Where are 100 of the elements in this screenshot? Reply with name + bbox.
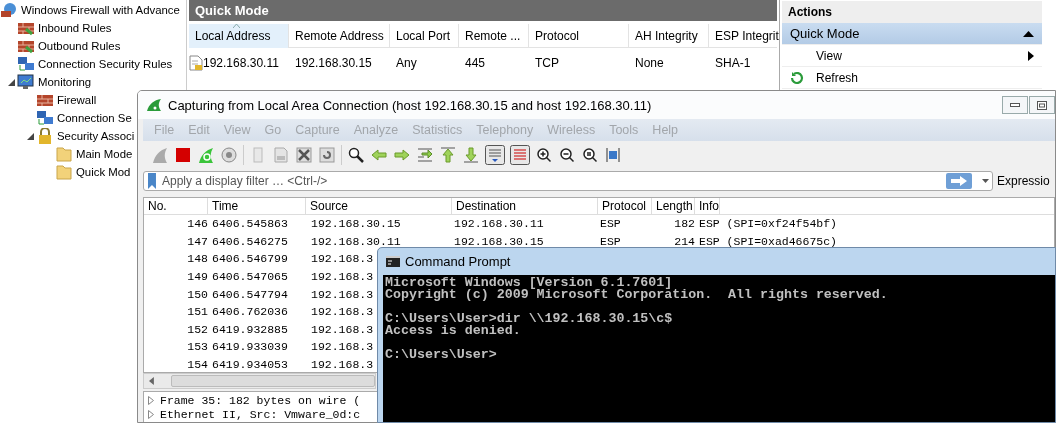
column-header[interactable]: Remote Address (289, 23, 390, 48)
tree-item[interactable]: Ethernet II, Src: Vmware_0d:c (160, 407, 361, 421)
submenu-arrow-icon (1028, 50, 1034, 61)
column-header[interactable]: Length (652, 197, 695, 215)
column-header[interactable]: Local Address (189, 23, 289, 48)
column-header[interactable]: ESP Integrit (709, 23, 779, 48)
table-cell: 6406.546799 (212, 252, 288, 266)
reload-icon[interactable] (318, 146, 336, 164)
column-header[interactable]: Remote ... (459, 23, 529, 48)
stop-icon[interactable] (174, 146, 192, 164)
resize-columns-icon[interactable] (604, 146, 622, 164)
table-cell: 192.168.3 (311, 252, 374, 266)
tree-item[interactable]: Inbound Rules (38, 22, 112, 34)
horizontal-scrollbar[interactable] (143, 373, 376, 389)
minimize-icon (1010, 103, 1020, 107)
minimize-button[interactable] (1002, 96, 1028, 114)
autoscroll-icon[interactable] (485, 145, 505, 165)
table-cell: 6419.933039 (212, 340, 288, 354)
left-arrow-icon (149, 377, 154, 385)
tree-item[interactable]: Windows Firewall with Advance (21, 4, 180, 16)
close-file-icon[interactable] (295, 146, 313, 164)
apply-filter-button[interactable] (946, 173, 973, 189)
tree-item[interactable]: Security Associ (57, 130, 135, 142)
table-cell: ESP (600, 234, 621, 248)
table-cell-text: TCP (534, 56, 560, 70)
tree-item[interactable]: Monitoring (38, 76, 92, 88)
pane-title: Quick Mode (189, 0, 777, 21)
go-last-icon[interactable] (462, 146, 480, 164)
search-icon[interactable] (347, 146, 365, 164)
action-item[interactable]: Refresh (782, 67, 1042, 89)
table-cell: 192.168.30.15 (311, 217, 401, 231)
restart-icon[interactable] (197, 146, 215, 164)
table-cell-text: 445 (464, 56, 487, 70)
column-header[interactable]: Local Port (390, 23, 459, 48)
tree-item[interactable]: Main Mode (76, 148, 133, 160)
column-header[interactable]: Time (208, 197, 306, 215)
folder-icon (55, 146, 73, 162)
action-item[interactable]: View (782, 45, 1042, 67)
tree-item[interactable]: Connection Security Rules (38, 58, 173, 70)
actions-section-header[interactable]: Quick Mode (782, 23, 1042, 45)
refresh-icon (790, 70, 804, 85)
tree-item[interactable]: Outbound Rules (38, 40, 121, 52)
collapse-arrow-icon[interactable] (7, 78, 15, 86)
console-line: Access is denied. (385, 325, 521, 337)
collapse-icon (1023, 30, 1034, 37)
tree-item[interactable]: Connection Se (57, 112, 132, 124)
collapse-arrow-icon[interactable] (26, 132, 34, 140)
table-cell: 6406.547794 (212, 287, 288, 301)
column-header[interactable]: Destination (452, 197, 598, 215)
table-cell: ESP (SPI=0xad46675c) (699, 234, 838, 248)
colorize-icon[interactable] (510, 145, 530, 165)
table-cell: 182 (674, 217, 695, 231)
expression-button[interactable]: Expressio (993, 174, 1050, 188)
filter-field[interactable]: Apply a display filter … <Ctrl-/> (157, 174, 945, 188)
tree-item[interactable]: Frame 35: 182 bytes on wire ( (160, 393, 361, 407)
table-cell: 6419.932885 (212, 322, 288, 336)
folder-icon (55, 164, 73, 180)
back-arrow-icon[interactable] (370, 146, 388, 164)
zoom-in-icon[interactable] (535, 146, 553, 164)
table-cell: 146 (187, 217, 208, 231)
go-first-icon[interactable] (439, 146, 457, 164)
table-cell: 192.168.3 (311, 322, 374, 336)
zoom-out-icon[interactable] (558, 146, 576, 164)
column-header[interactable]: AH Integrity (629, 23, 709, 48)
jump-icon[interactable] (416, 146, 434, 164)
table-cell-text: SHA-1 (714, 56, 751, 70)
table-cell: 6406.762036 (212, 305, 288, 319)
console-line: C:\Users\User> (385, 349, 497, 361)
column-header[interactable]: Protocol (598, 197, 652, 215)
shark-fin-icon[interactable] (151, 146, 169, 164)
forward-arrow-icon[interactable] (393, 146, 411, 164)
table-cell: 154 (187, 358, 208, 372)
table-cell: 192.168.3 (311, 287, 374, 301)
monitor-icon (17, 74, 35, 90)
filter-bar[interactable]: Apply a display filter … <Ctrl-/> (143, 171, 993, 191)
caret-icon (981, 179, 989, 183)
console-line: C:\Users\User>dir \\192.168.30.15\c$ (385, 313, 673, 325)
tree-item[interactable]: Quick Mod (76, 166, 131, 178)
zoom-reset-icon[interactable] (581, 146, 599, 164)
table-cell: ESP (SPI=0xf24f54bf) (699, 217, 838, 231)
table-cell: 151 (187, 305, 208, 319)
table-cell: 192.168.3 (311, 340, 374, 354)
brick-wall-icon (17, 20, 35, 36)
column-header[interactable]: Protocol (529, 23, 629, 48)
column-header[interactable]: No. (144, 197, 208, 215)
window-title: Capturing from Local Area Connection (host 192.168.30.15 and host 192.168.30.11) (168, 97, 653, 113)
computers-icon (36, 110, 54, 126)
console-line: Microsoft Windows [Version 6.1.7601] (385, 277, 673, 289)
table-cell: 152 (187, 322, 208, 336)
document-lock-icon (189, 55, 203, 71)
table-cell-text: 192.168.30.11 (203, 56, 280, 70)
column-header[interactable]: Source (306, 197, 452, 215)
options-icon[interactable] (220, 146, 238, 164)
lock-icon (36, 128, 54, 144)
maximize-icon (1037, 100, 1047, 110)
table-cell: 192.168.3 (311, 305, 374, 319)
tree-item[interactable]: Firewall (57, 94, 97, 106)
maximize-button[interactable] (1029, 96, 1055, 114)
column-header[interactable]: Info (695, 197, 720, 215)
table-cell: 6406.546275 (212, 234, 288, 248)
